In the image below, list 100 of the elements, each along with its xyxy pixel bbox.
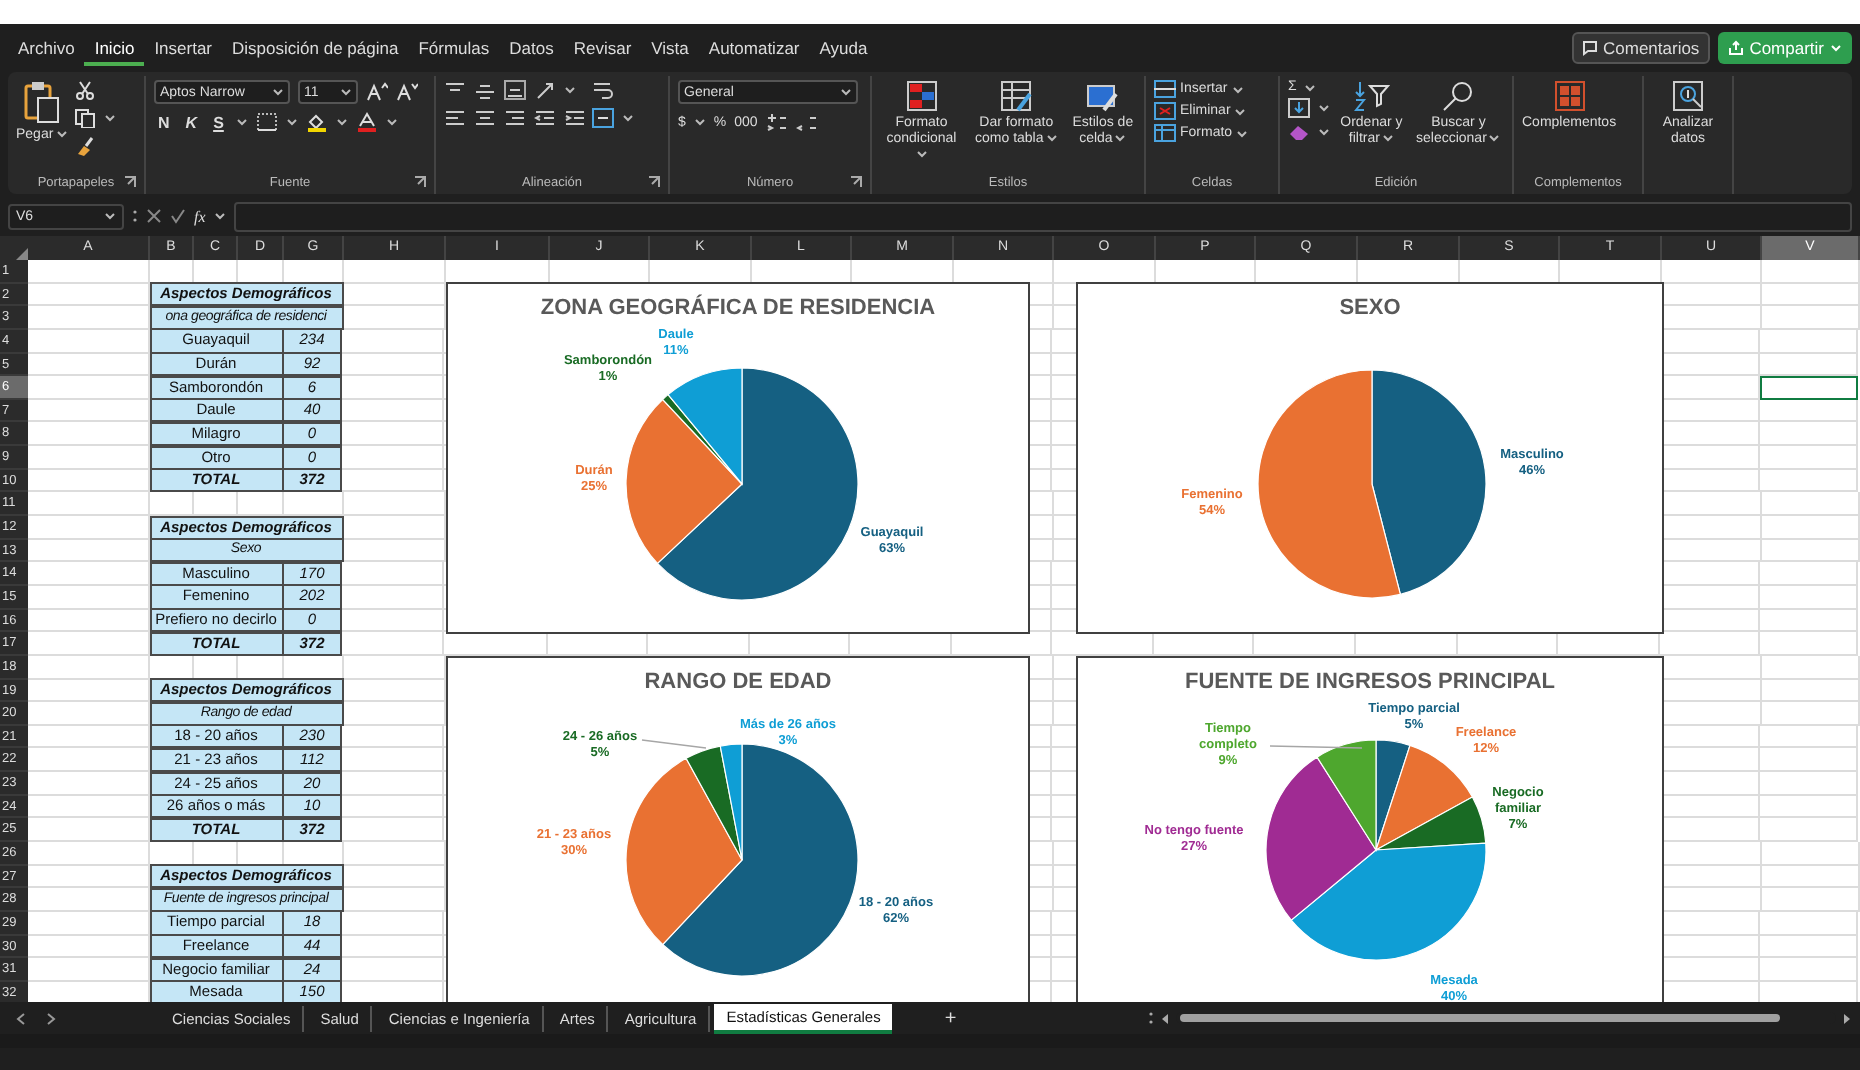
caret-icon[interactable] bbox=[1318, 128, 1330, 136]
menu-tab[interactable]: Archivo bbox=[8, 31, 85, 65]
caret-icon[interactable] bbox=[213, 212, 226, 220]
caret-icon[interactable] bbox=[916, 150, 929, 159]
font-color-icon[interactable] bbox=[355, 112, 378, 132]
clipboard-icon[interactable] bbox=[23, 80, 60, 124]
text-orientation-icon[interactable] bbox=[534, 80, 556, 100]
caret-icon[interactable] bbox=[1231, 85, 1244, 93]
share-icon[interactable] bbox=[1727, 40, 1744, 56]
enter-icon[interactable] bbox=[170, 208, 186, 224]
grid-cell bbox=[1762, 842, 1860, 866]
grid-cell bbox=[342, 353, 444, 377]
caret-icon[interactable] bbox=[104, 212, 116, 220]
dialog-launcher-icon[interactable] bbox=[648, 176, 660, 188]
caret-icon[interactable] bbox=[55, 130, 68, 139]
borders-icon[interactable] bbox=[255, 112, 278, 132]
cell-styles-icon[interactable] bbox=[1086, 80, 1119, 112]
caret-icon[interactable] bbox=[1114, 134, 1127, 143]
menu-tab[interactable]: Revisar bbox=[563, 31, 642, 65]
menu-tab[interactable]: Insertar bbox=[144, 31, 223, 65]
decrease-indent-icon[interactable] bbox=[534, 108, 556, 128]
grid-cell bbox=[28, 492, 150, 517]
caret-icon[interactable] bbox=[1488, 134, 1501, 143]
caret-icon[interactable] bbox=[1381, 134, 1394, 143]
eraser-icon[interactable] bbox=[1288, 122, 1310, 142]
caret-icon[interactable] bbox=[622, 114, 634, 122]
grid-cell bbox=[1760, 818, 1858, 843]
caret-icon[interactable] bbox=[693, 118, 706, 126]
caret-icon[interactable] bbox=[272, 88, 284, 96]
grid-cell bbox=[1760, 609, 1858, 633]
caret-icon[interactable] bbox=[1236, 129, 1249, 137]
increase-decimal-icon[interactable] bbox=[765, 112, 788, 132]
caret-icon[interactable] bbox=[235, 118, 248, 126]
dialog-launcher-icon[interactable] bbox=[414, 176, 426, 188]
sort-filter-icon[interactable] bbox=[1353, 80, 1390, 112]
copy-icon[interactable] bbox=[73, 108, 96, 128]
caret-icon[interactable] bbox=[1045, 134, 1058, 143]
comments-button[interactable]: Comentarios bbox=[1571, 32, 1710, 64]
analyze-data-icon[interactable] bbox=[1672, 80, 1704, 112]
formula-field[interactable] bbox=[233, 201, 1852, 231]
add-ins-icon[interactable] bbox=[1553, 80, 1586, 112]
decrease-decimal-icon[interactable] bbox=[795, 112, 818, 132]
brush-icon[interactable] bbox=[73, 136, 96, 156]
active-cell[interactable] bbox=[1760, 376, 1858, 400]
scissors-icon[interactable] bbox=[73, 80, 96, 100]
cancel-icon[interactable] bbox=[146, 208, 162, 224]
dialog-launcher-icon[interactable] bbox=[850, 176, 862, 188]
caret-icon[interactable] bbox=[1318, 104, 1330, 112]
grid-cell bbox=[342, 585, 444, 610]
increase-font-icon[interactable] bbox=[366, 82, 388, 102]
caret-icon[interactable] bbox=[840, 88, 852, 96]
add-sheet-button[interactable]: + bbox=[944, 1007, 957, 1029]
grid-cell bbox=[342, 911, 444, 936]
grid-cell bbox=[1760, 353, 1858, 377]
menu-tab[interactable]: Disposición de página bbox=[222, 31, 409, 65]
chart-title: ZONA GEOGRÁFICA DE RESIDENCIA bbox=[538, 296, 938, 320]
table-format-icon[interactable] bbox=[1000, 80, 1033, 112]
scroll-right-icon[interactable] bbox=[1842, 1011, 1852, 1025]
grid-cell bbox=[342, 748, 444, 773]
wrap-text-icon[interactable] bbox=[592, 80, 614, 100]
fill-down-icon[interactable] bbox=[1288, 98, 1310, 118]
grid-cell bbox=[1761, 283, 1859, 307]
insert-function-button[interactable]: fx bbox=[194, 207, 206, 225]
decrease-font-icon[interactable] bbox=[396, 82, 418, 102]
italic-button[interactable]: K bbox=[181, 113, 202, 131]
increase-indent-icon[interactable] bbox=[564, 108, 586, 128]
chart-title: FUENTE DE INGRESOS PRINCIPAL bbox=[1183, 670, 1557, 694]
caret-icon[interactable] bbox=[103, 114, 116, 122]
merge-cells-icon[interactable] bbox=[592, 108, 614, 128]
previous-sheet-icon[interactable] bbox=[16, 1011, 26, 1025]
caret-icon[interactable] bbox=[340, 88, 352, 96]
dialog-launcher-icon[interactable] bbox=[124, 176, 136, 188]
caret-icon[interactable] bbox=[1234, 107, 1247, 115]
grid-cell bbox=[1760, 958, 1858, 982]
fill-color-icon[interactable] bbox=[305, 112, 328, 132]
comment-icon[interactable] bbox=[1581, 40, 1597, 56]
align-center-icon[interactable] bbox=[474, 108, 496, 128]
menu-tab[interactable]: Ayuda bbox=[809, 31, 878, 65]
caret-icon[interactable] bbox=[385, 118, 398, 126]
search-icon[interactable] bbox=[1440, 80, 1477, 112]
menu-tab[interactable]: Inicio bbox=[84, 31, 145, 65]
bold-button[interactable]: N bbox=[154, 113, 174, 131]
caret-icon[interactable] bbox=[564, 86, 576, 94]
grid-cell bbox=[342, 772, 444, 796]
menu-tab[interactable]: Automatizar bbox=[698, 31, 810, 65]
align-left-icon[interactable] bbox=[444, 108, 466, 128]
caret-icon[interactable] bbox=[285, 118, 298, 126]
grid-cell bbox=[342, 329, 444, 354]
next-sheet-icon[interactable] bbox=[46, 1011, 56, 1025]
scroll-left-icon[interactable] bbox=[1160, 1011, 1170, 1025]
menu-tab[interactable]: Vista bbox=[641, 31, 699, 65]
align-right-icon[interactable] bbox=[504, 108, 526, 128]
caret-icon[interactable] bbox=[335, 118, 348, 126]
menu-tab[interactable]: Fórmulas bbox=[408, 31, 500, 65]
menu-tab[interactable]: Datos bbox=[499, 31, 564, 65]
grid-cell bbox=[1760, 935, 1858, 959]
align-bottom-icon[interactable] bbox=[504, 80, 526, 100]
conditional-format-icon[interactable] bbox=[905, 80, 938, 112]
align-middle-icon[interactable] bbox=[474, 80, 496, 100]
underline-button[interactable]: S bbox=[209, 113, 228, 131]
